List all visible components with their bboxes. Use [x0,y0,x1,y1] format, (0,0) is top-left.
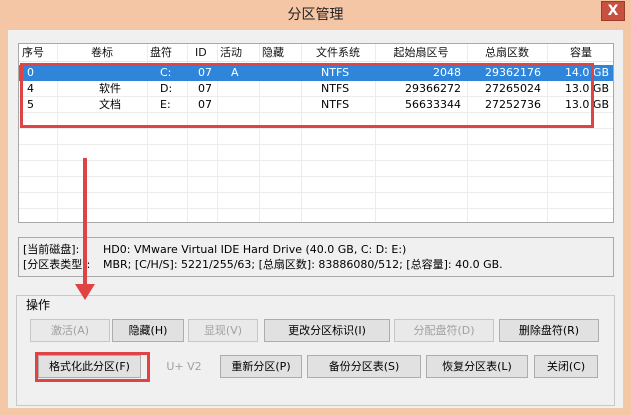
table-header: 序号 卷标 盘符 ID 活动 隐藏 文件系统 起始扇区号 总扇区数 容量 [19,44,613,62]
u-v2-button[interactable]: U+ V2 [153,355,215,378]
assign-drive-letter-button[interactable]: 分配盘符(D) [394,319,494,342]
column-header-letter[interactable]: 盘符 [147,44,187,61]
column-header-total-sectors[interactable]: 总扇区数 [467,44,547,61]
table-row[interactable]: 4 软件 D: 07 NTFS 29366272 27265024 13.0 G… [19,81,613,97]
table-row[interactable]: 0 C: 07 A NTFS 2048 29362176 14.0 GB [19,65,613,81]
annotation-arrow-shaft [83,158,87,286]
column-header-active[interactable]: 活动 [217,44,259,61]
current-disk-label: [当前磁盘]: [23,243,80,256]
close-window-button[interactable]: X [601,1,625,21]
column-header-label[interactable]: 卷标 [57,44,147,61]
column-header-size[interactable]: 容量 [547,44,613,61]
repartition-button[interactable]: 重新分区(P) [220,355,302,378]
partition-type-label: [分区表类型]: [23,258,91,271]
partition-table: 序号 卷标 盘符 ID 活动 隐藏 文件系统 起始扇区号 总扇区数 容量 0 C… [18,43,614,223]
disk-info-panel: [当前磁盘]: HD0: VMware Virtual IDE Hard Driv… [18,237,614,277]
annotation-arrow-head [75,284,95,300]
show-button[interactable]: 显现(V) [188,319,258,342]
table-row[interactable]: 5 文档 E: 07 NTFS 56633344 27252736 13.0 G… [19,97,613,113]
partition-type-value: MBR; [C/H/S]: 5221/255/63; [总扇区数]: 83886… [103,258,503,271]
column-header-filesystem[interactable]: 文件系统 [301,44,375,61]
restore-partition-table-button[interactable]: 恢复分区表(L) [426,355,528,378]
current-disk-value: HD0: VMware Virtual IDE Hard Drive (40.0… [103,243,407,256]
column-header-index[interactable]: 序号 [19,44,57,61]
column-header-id[interactable]: ID [187,44,217,61]
operations-group [16,295,615,406]
hide-button[interactable]: 隐藏(H) [112,319,184,342]
change-partition-id-button[interactable]: 更改分区标识(I) [264,319,390,342]
window-title: 分区管理 [287,7,344,23]
format-button-highlight-box [35,352,150,382]
column-header-start-sector[interactable]: 起始扇区号 [375,44,467,61]
backup-partition-table-button[interactable]: 备份分区表(S) [307,355,421,378]
activate-button[interactable]: 激活(A) [30,319,110,342]
close-button[interactable]: 关闭(C) [534,355,598,378]
column-header-hidden[interactable]: 隐藏 [259,44,301,61]
delete-drive-letter-button[interactable]: 删除盘符(R) [499,319,599,342]
operations-title: 操作 [24,296,53,313]
